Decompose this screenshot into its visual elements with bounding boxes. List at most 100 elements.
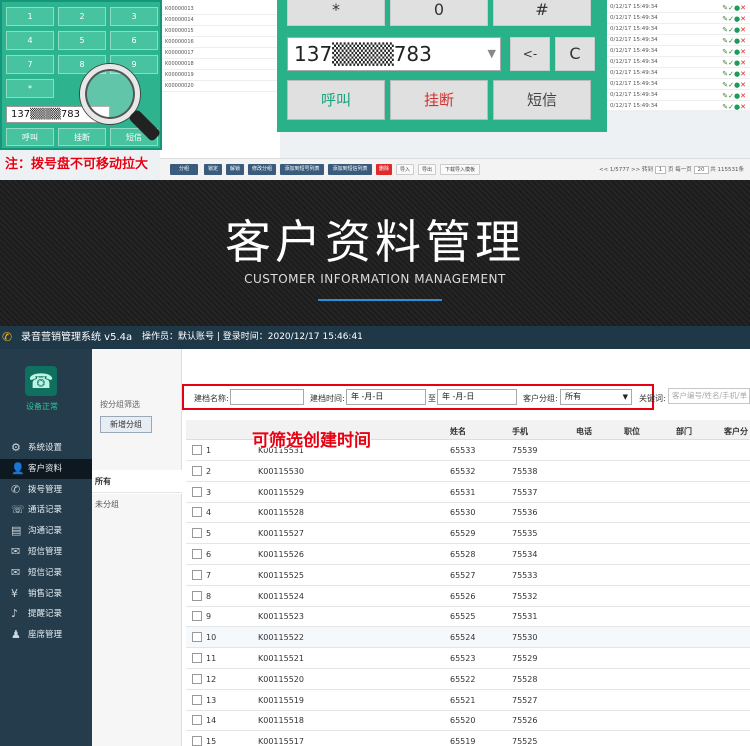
- message-log-icon: ✉: [11, 565, 21, 579]
- app-logo-icon: ✆: [2, 330, 13, 344]
- backspace-button[interactable]: <-: [510, 37, 550, 71]
- group-item-ungrouped[interactable]: 未分组: [92, 492, 182, 516]
- sidebar-item-bell[interactable]: ♪ 提醒记录: [0, 604, 92, 624]
- table-row[interactable]: 6 K00115526 65528 75534: [186, 544, 750, 565]
- table-row[interactable]: 8 K00115524 65526 75532: [186, 586, 750, 607]
- row-checkbox[interactable]: [192, 694, 202, 705]
- sidebar-item-gear[interactable]: ⚙ 系统设置: [0, 438, 92, 458]
- sidebar-item-phone[interactable]: ✆ 拨号管理: [0, 480, 92, 500]
- keyword-input[interactable]: 客户编号/姓名/手机/单: [668, 388, 750, 404]
- dialpad-promo-section: K00000013 K00000014 K00000015 K00000016 K000…: [0, 0, 750, 180]
- sidebar-item-notebook[interactable]: ▤ 沟通记录: [0, 521, 92, 541]
- row-checkbox[interactable]: [192, 653, 202, 663]
- add-to-sms-list-button[interactable]: 添加到短信列表: [328, 164, 372, 175]
- col-phone[interactable]: 电话: [576, 426, 592, 437]
- mini-key[interactable]: 4: [6, 31, 54, 50]
- table-row[interactable]: 14 K00115518 65520 75526: [186, 710, 750, 732]
- key-star[interactable]: *: [287, 0, 385, 26]
- download-template-button[interactable]: 下载导入模板: [440, 164, 480, 175]
- page: K00000013 K00000014 K00000015 K00000016 K000…: [0, 0, 750, 746]
- new-group-button[interactable]: 新增分组: [100, 416, 152, 433]
- date-from-input[interactable]: 年 -月-日: [346, 389, 426, 405]
- clear-button[interactable]: C: [555, 37, 595, 71]
- key-zero[interactable]: 0: [390, 0, 488, 26]
- pager-nav[interactable]: << 1/5777 >> 转到: [599, 167, 653, 173]
- row-checkbox[interactable]: [192, 507, 202, 518]
- mini-key[interactable]: 3: [110, 7, 158, 26]
- row-mobile: 75535: [512, 529, 538, 539]
- hangup-button[interactable]: 挂断: [390, 80, 488, 120]
- group-item-all[interactable]: 所有: [92, 470, 182, 494]
- col-department[interactable]: 部门: [676, 426, 692, 437]
- mini-action-button[interactable]: 呼叫: [6, 128, 54, 146]
- group-select[interactable]: 所有 ▼: [560, 389, 632, 405]
- date-to-input[interactable]: 年 -月-日: [437, 389, 517, 405]
- mini-action-button[interactable]: 挂断: [58, 128, 106, 146]
- mini-key[interactable]: 1: [6, 7, 54, 26]
- edit-group-button[interactable]: 修改分组: [248, 164, 276, 175]
- table-row[interactable]: 2 K00115530 65532 75538: [186, 461, 750, 482]
- row-checkbox[interactable]: [192, 590, 202, 601]
- row-number: 4: [206, 508, 212, 518]
- col-mobile[interactable]: 手机: [512, 426, 528, 437]
- row-name: 65526: [450, 591, 476, 601]
- table-row[interactable]: 15 K00115517 65519 75525: [186, 731, 750, 746]
- mini-key[interactable]: 5: [58, 31, 106, 50]
- table-row[interactable]: 9 K00115523 65525 75531: [186, 606, 750, 628]
- table-row[interactable]: 12 K00115520 65522 75528: [186, 669, 750, 690]
- row-checkbox[interactable]: [192, 549, 202, 559]
- row-checkbox[interactable]: [192, 569, 202, 580]
- export-button[interactable]: 导出: [418, 164, 436, 175]
- col-position[interactable]: 职位: [624, 426, 640, 437]
- number-display[interactable]: 137▒▒▒▒783 ▼: [287, 37, 501, 71]
- col-name[interactable]: 姓名: [450, 426, 466, 437]
- pager-size-select[interactable]: 20: [693, 166, 709, 174]
- mini-key[interactable]: 2: [58, 7, 106, 26]
- group-button[interactable]: 分组: [170, 164, 198, 175]
- row-checkbox[interactable]: [192, 528, 202, 539]
- mini-key[interactable]: 6: [110, 31, 158, 50]
- row-checkbox[interactable]: [192, 673, 202, 684]
- sidebar-item-user[interactable]: 👤 客户资料: [0, 458, 92, 479]
- sidebar-item-label: 通话记录: [28, 505, 63, 516]
- sidebar-item-message[interactable]: ✉ 短信管理: [0, 542, 92, 562]
- row-mobile: 75531: [512, 612, 538, 622]
- table-row[interactable]: 13 K00115519 65521 75527: [186, 690, 750, 711]
- table-row[interactable]: 11 K00115521 65523 75529: [186, 648, 750, 669]
- delete-button[interactable]: 删除: [376, 164, 392, 175]
- pager-page-input[interactable]: 1: [654, 166, 667, 174]
- key-hash[interactable]: #: [493, 0, 591, 26]
- row-checkbox[interactable]: [192, 486, 202, 497]
- name-input[interactable]: [230, 389, 304, 405]
- sidebar-item-agents[interactable]: ♟ 座席管理: [0, 625, 92, 645]
- sidebar-item-call-log[interactable]: ☏ 通话记录: [0, 500, 92, 520]
- col-group[interactable]: 客户分: [724, 426, 748, 437]
- dropdown-arrow-icon[interactable]: ▼: [488, 38, 496, 70]
- row-checkbox[interactable]: [192, 736, 202, 746]
- row-checkbox[interactable]: [192, 611, 202, 622]
- table-row[interactable]: 4 K00115528 65530 75536: [186, 502, 750, 524]
- lock-button[interactable]: 锁定: [204, 164, 222, 175]
- sidebar-item-money[interactable]: ¥ 销售记录: [0, 584, 92, 604]
- add-to-dial-list-button[interactable]: 添加到短号列表: [280, 164, 324, 175]
- mini-key[interactable]: *: [6, 79, 54, 98]
- row-actions-icon[interactable]: ✎✓●✕: [722, 102, 746, 113]
- table-row[interactable]: 7 K00115525 65527 75533: [186, 565, 750, 586]
- table-row[interactable]: 10 K00115522 65524 75530: [186, 627, 750, 649]
- row-checkbox[interactable]: [192, 632, 202, 643]
- import-button[interactable]: 导入: [396, 164, 414, 175]
- row-checkbox[interactable]: [192, 445, 202, 455]
- row-checkbox[interactable]: [192, 715, 202, 726]
- row-number: 11: [206, 654, 217, 663]
- sms-button[interactable]: 短信: [493, 80, 591, 120]
- table-row[interactable]: 5 K00115527 65529 75535: [186, 523, 750, 545]
- row-name: 65531: [450, 487, 476, 497]
- mini-key[interactable]: 7: [6, 55, 54, 74]
- row-checkbox[interactable]: [192, 465, 202, 476]
- unlock-button[interactable]: 解锁: [226, 164, 244, 175]
- row-number: 6: [206, 550, 212, 559]
- call-button[interactable]: 呼叫: [287, 80, 385, 120]
- table-row[interactable]: 3 K00115529 65531 75537: [186, 482, 750, 503]
- number-display-value: 137▒▒▒▒783: [294, 42, 432, 66]
- sidebar-item-message-log[interactable]: ✉ 短信记录: [0, 563, 92, 583]
